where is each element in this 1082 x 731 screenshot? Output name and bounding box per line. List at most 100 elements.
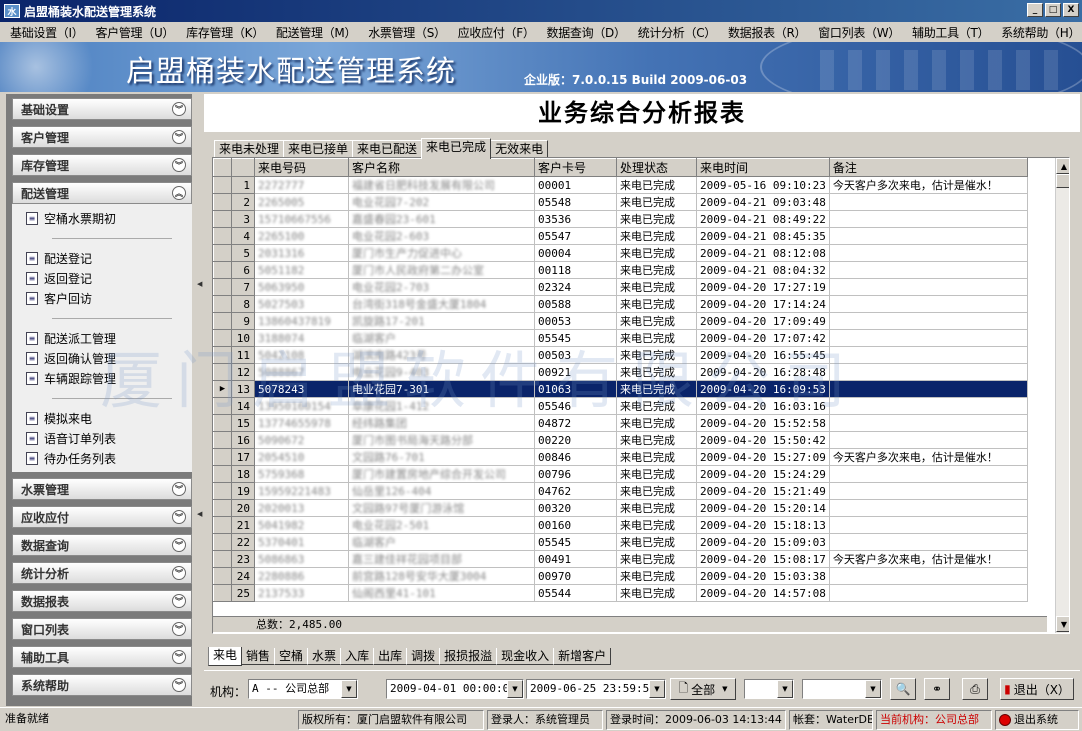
- table-row[interactable]: 21 5041982 电业花园2-501 00160 来电已完成 2009-04-20 1…: [213, 516, 1028, 534]
- row-number[interactable]: 14: [231, 397, 255, 415]
- cell-status[interactable]: 来电已完成: [616, 499, 697, 517]
- sidebar-item-todo[interactable]: ≡ 待办任务列表: [26, 450, 116, 467]
- row-indicator[interactable]: [213, 465, 232, 483]
- cell-status[interactable]: 来电已完成: [616, 312, 697, 330]
- cell-status[interactable]: 来电已完成: [616, 193, 697, 211]
- tab-cash-income[interactable]: 现金收入: [496, 648, 555, 665]
- row-indicator[interactable]: [213, 295, 232, 313]
- cell-phone[interactable]: 2280886: [254, 567, 349, 585]
- cell-card[interactable]: 03536: [534, 210, 617, 228]
- cell-status[interactable]: 来电已完成: [616, 397, 697, 415]
- cell-customer[interactable]: 电业花园7-202: [348, 193, 535, 211]
- cell-remark[interactable]: [829, 431, 1028, 449]
- row-number[interactable]: 20: [231, 499, 255, 517]
- row-indicator[interactable]: [213, 550, 232, 568]
- chevron-down-icon[interactable]: ︾: [172, 538, 186, 552]
- row-pointer-icon[interactable]: ▶: [213, 380, 232, 398]
- row-number[interactable]: 18: [231, 465, 255, 483]
- row-number[interactable]: 7: [231, 278, 255, 296]
- cell-time[interactable]: 2009-04-20 15:20:14: [696, 499, 830, 517]
- tab-invalid[interactable]: 无效来电: [490, 140, 549, 158]
- chevron-up-icon[interactable]: ︽: [172, 186, 186, 200]
- cell-phone[interactable]: 2265100: [254, 227, 349, 245]
- sidebar-group-stats[interactable]: 统计分析 ︾: [12, 562, 192, 584]
- cell-status[interactable]: 来电已完成: [616, 567, 697, 585]
- row-indicator[interactable]: [213, 584, 232, 602]
- chevron-down-icon[interactable]: ︾: [172, 594, 186, 608]
- cell-phone[interactable]: 5078243: [254, 380, 349, 398]
- cell-card[interactable]: 05544: [534, 584, 617, 602]
- cell-customer[interactable]: 仙岳里126-404: [348, 482, 535, 500]
- cell-remark[interactable]: [829, 261, 1028, 279]
- cell-phone[interactable]: 15959221483: [254, 482, 349, 500]
- dropdown-arrow-icon[interactable]: ▼: [649, 680, 665, 698]
- row-indicator[interactable]: [213, 363, 232, 381]
- sidebar-group-query[interactable]: 数据查询 ︾: [12, 534, 192, 556]
- sidebar-group-finance[interactable]: 应收应付 ︾: [12, 506, 192, 528]
- cell-card[interactable]: 05546: [534, 397, 617, 415]
- cell-card[interactable]: 00004: [534, 244, 617, 262]
- sidebar-group-customer[interactable]: 客户管理 ︾: [12, 126, 192, 148]
- header-remark[interactable]: 备注: [828, 158, 1028, 177]
- cell-time[interactable]: 2009-04-20 17:14:24: [696, 295, 830, 313]
- cell-status[interactable]: 来电已完成: [616, 210, 697, 228]
- cell-time[interactable]: 2009-04-20 15:50:42: [696, 431, 830, 449]
- cell-time[interactable]: 2009-04-20 15:52:58: [696, 414, 830, 432]
- scroll-thumb[interactable]: [1056, 174, 1069, 188]
- header-status[interactable]: 处理状态: [616, 158, 697, 177]
- row-indicator[interactable]: [213, 176, 232, 194]
- row-number[interactable]: 24: [231, 567, 255, 585]
- row-number[interactable]: 25: [231, 584, 255, 602]
- cell-time[interactable]: 2009-04-20 15:09:03: [696, 533, 830, 551]
- tab-call[interactable]: 来电: [208, 647, 243, 666]
- menu-finance[interactable]: 应收应付（F）: [452, 24, 541, 41]
- cell-time[interactable]: 2009-04-20 17:07:42: [696, 329, 830, 347]
- close-button[interactable]: X: [1063, 3, 1079, 17]
- row-indicator[interactable]: [213, 567, 232, 585]
- dropdown-arrow-icon[interactable]: ▼: [777, 680, 793, 698]
- cell-card[interactable]: 00220: [534, 431, 617, 449]
- filter-select-1[interactable]: ▼: [744, 679, 794, 699]
- cell-status[interactable]: 来电已完成: [616, 363, 697, 381]
- cell-customer[interactable]: 临湖客户: [348, 533, 535, 551]
- table-row[interactable]: 10 3188074 临湖客户 05545 来电已完成 2009-04-20 17:07:…: [213, 329, 1028, 347]
- cell-customer[interactable]: 电业花园2-501: [348, 516, 535, 534]
- cell-phone[interactable]: 13774655978: [254, 414, 349, 432]
- menu-tools[interactable]: 辅助工具（T）: [906, 24, 995, 41]
- cell-customer[interactable]: 厦门市生产力促进中心: [348, 244, 535, 262]
- row-indicator[interactable]: [213, 448, 232, 466]
- menu-help[interactable]: 系统帮助（H）: [995, 24, 1082, 41]
- table-row[interactable]: 9 13860437819 凯旋路17-201 00053 来电已完成 2009-04-2…: [213, 312, 1028, 330]
- cell-remark[interactable]: [829, 244, 1028, 262]
- date-to-picker[interactable]: 2009-06-25 23:59:59 ▼: [526, 679, 666, 699]
- cell-customer[interactable]: 前宫路128号安华大厦3004: [348, 567, 535, 585]
- cell-card[interactable]: 00320: [534, 499, 617, 517]
- cell-phone[interactable]: 5027503: [254, 295, 349, 313]
- cell-status[interactable]: 来电已完成: [616, 533, 697, 551]
- sidebar-item-delivery-register[interactable]: ≡ 配送登记: [26, 250, 92, 267]
- table-row[interactable]: 20 2020013 文园路97号厦门游泳馆 00320 来电已完成 2009-04-20…: [213, 499, 1028, 517]
- cell-phone[interactable]: 2054510: [254, 448, 349, 466]
- table-row[interactable]: 2 2265005 电业花园7-202 05548 来电已完成 2009-04-21 09…: [213, 193, 1028, 211]
- cell-remark[interactable]: [829, 295, 1028, 313]
- sidebar-item-customer-visit[interactable]: ≡ 客户回访: [26, 290, 92, 307]
- cell-remark[interactable]: [829, 584, 1028, 602]
- table-row[interactable]: 14 13950160154 阜康花园1-412 05546 来电已完成 2009-04-…: [213, 397, 1028, 415]
- cell-customer[interactable]: 嘉三建佳祥花园项目部: [348, 550, 535, 568]
- date-from-picker[interactable]: 2009-04-01 00:00:00 ▼: [386, 679, 524, 699]
- vertical-scrollbar[interactable]: ▲ ▼: [1055, 158, 1069, 633]
- row-indicator[interactable]: [213, 278, 232, 296]
- table-row[interactable]: 18 5759368 厦门市建置房地产综合开发公司 00796 来电已完成 2009-04…: [213, 465, 1028, 483]
- cell-status[interactable]: 来电已完成: [616, 465, 697, 483]
- minimize-button[interactable]: _: [1027, 3, 1043, 17]
- chevron-down-icon[interactable]: ︾: [172, 566, 186, 580]
- table-row[interactable]: 22 5370401 临湖客户 05545 来电已完成 2009-04-20 15:09:…: [213, 533, 1028, 551]
- sidebar-item-simulate-call[interactable]: ≡ 模拟来电: [26, 410, 92, 427]
- tab-sales[interactable]: 销售: [241, 648, 276, 665]
- row-number[interactable]: 1: [231, 176, 255, 194]
- row-number[interactable]: 4: [231, 227, 255, 245]
- row-number[interactable]: 16: [231, 431, 255, 449]
- cell-phone[interactable]: 5759368: [254, 465, 349, 483]
- cell-card[interactable]: 05545: [534, 329, 617, 347]
- cell-card[interactable]: 00921: [534, 363, 617, 381]
